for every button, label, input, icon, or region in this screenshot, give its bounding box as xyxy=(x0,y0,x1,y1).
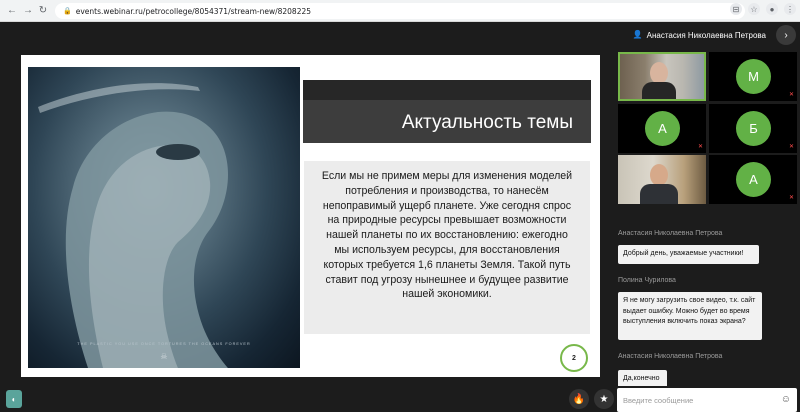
star-button[interactable]: ★ xyxy=(594,389,614,409)
image-caption: THE PLASTIC YOU USE ONCE TORTURES THE OC… xyxy=(77,342,251,346)
chevron-right-icon: › xyxy=(784,29,788,41)
star-icon[interactable]: ☆ xyxy=(748,3,760,15)
participant-body xyxy=(640,184,678,204)
user-name: Анастасия Николаевна Петрова xyxy=(646,30,766,40)
participant-video-2[interactable] xyxy=(618,155,706,204)
participant-tile-6[interactable]: А ✕ xyxy=(709,155,797,204)
participant-face xyxy=(650,62,668,84)
collapse-panel-button[interactable]: › xyxy=(776,25,796,45)
forward-icon[interactable]: → xyxy=(22,5,34,16)
turtle-illustration xyxy=(38,83,229,368)
mic-off-icon: ✕ xyxy=(788,92,794,98)
avatar: А xyxy=(645,111,680,146)
mic-off-icon: ✕ xyxy=(697,144,703,150)
chat-author: Анастасия Николаевна Петрова xyxy=(618,353,723,360)
chat-message: Я не могу загрузить свое видео, т.к. сай… xyxy=(618,292,762,340)
current-user[interactable]: 👤 Анастасия Николаевна Петрова xyxy=(633,28,766,42)
back-icon[interactable]: ← xyxy=(6,5,18,16)
url-text: events.webinar.ru/petrocollege/8054371/s… xyxy=(75,6,312,16)
chat-author: Полина Чурилова xyxy=(618,277,676,284)
avatar: Б xyxy=(736,111,771,146)
lock-icon: 🔒 xyxy=(63,7,72,15)
person-icon: 👤 xyxy=(632,30,643,39)
slide-page-number: 2 xyxy=(560,344,588,372)
slide-body: Если мы не примем меры для изменения мод… xyxy=(304,161,590,334)
webinar-logo[interactable]: ◐ xyxy=(6,390,22,408)
skull-icon: ☠ xyxy=(160,352,168,361)
address-bar[interactable]: 🔒 events.webinar.ru/petrocollege/8054371… xyxy=(55,3,745,19)
reload-icon[interactable]: ↻ xyxy=(37,5,49,16)
extension-icon[interactable]: ⊟ xyxy=(730,3,742,15)
chat-message: Добрый день, уважаемые участники! xyxy=(618,245,759,264)
chat-input[interactable]: Введите сообщение ☺ xyxy=(617,388,797,412)
emoji-icon[interactable]: ☺ xyxy=(781,394,791,405)
title-strip xyxy=(303,80,591,100)
mic-off-icon: ✕ xyxy=(788,195,794,201)
star-icon: ★ xyxy=(599,393,609,405)
camera-feed xyxy=(620,54,704,99)
slide-title-box: Актуальность темы xyxy=(303,80,591,143)
avatar: А xyxy=(736,162,771,197)
participant-video-1[interactable] xyxy=(618,52,706,101)
browser-actions: ⊟ ☆ ● ⋮ xyxy=(730,3,796,15)
avatar: М xyxy=(736,59,771,94)
participant-tile-2[interactable]: М ✕ xyxy=(709,52,797,101)
slide-image: THE PLASTIC YOU USE ONCE TORTURES THE OC… xyxy=(28,67,300,368)
fire-button[interactable]: 🔥 xyxy=(569,389,589,409)
participant-tile-3[interactable]: А ✕ xyxy=(618,104,706,153)
mic-off-icon: ✕ xyxy=(788,144,794,150)
participant-face xyxy=(650,164,668,186)
fire-icon: 🔥 xyxy=(572,393,586,405)
participant-body xyxy=(642,82,676,99)
chat-input-placeholder: Введите сообщение xyxy=(623,395,694,405)
browser-chrome: ← → ↻ 🔒 events.webinar.ru/petrocollege/8… xyxy=(0,0,800,22)
slide-title: Актуальность темы xyxy=(401,112,573,133)
menu-icon[interactable]: ⋮ xyxy=(784,3,796,15)
account-icon[interactable]: ● xyxy=(766,3,778,15)
camera-feed xyxy=(618,155,706,204)
chat-author: Анастасия Николаевна Петрова xyxy=(618,230,723,237)
participant-tile-4[interactable]: Б ✕ xyxy=(709,104,797,153)
